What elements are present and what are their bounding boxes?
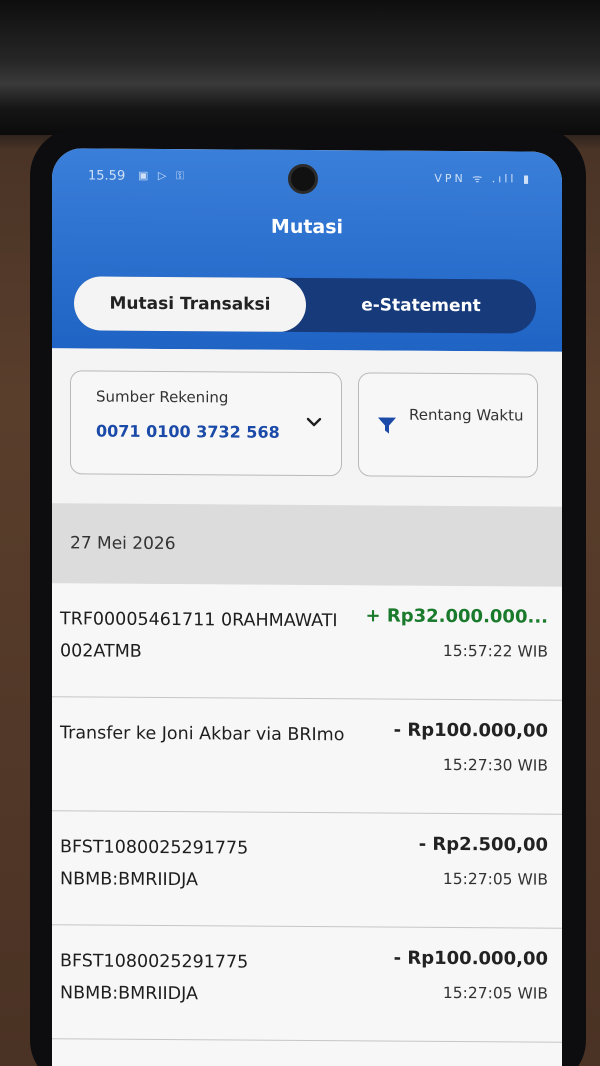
notification-icons: ▣ ▷ ⚿ <box>138 168 188 183</box>
filter-section: Sumber Rekening 0071 0100 3732 568 Renta… <box>52 348 562 507</box>
filter-icon <box>378 417 396 434</box>
transaction-amount: - Rp100.000,00 <box>393 947 548 970</box>
monitor-edge <box>0 0 600 135</box>
date-range-filter-button[interactable]: Rentang Waktu <box>358 372 538 478</box>
transaction-list: TRF00005461711 0RAHMAWATI 002ATMB + Rp32… <box>52 583 562 1066</box>
source-account-label: Sumber Rekening <box>96 387 229 407</box>
transaction-row[interactable]: TRF00005461711 0RAHMAWATI 002ATMB + Rp32… <box>52 583 562 701</box>
transaction-row[interactable]: BFST1080025291775 NBMB:BMRIIDJA - Rp100.… <box>52 925 562 1043</box>
tab-e-statement[interactable]: e-Statement <box>306 278 536 334</box>
transaction-amount: + Rp32.000.000... <box>365 605 548 628</box>
system-status-icons: VPN ᯤ .ıll ▮ <box>434 171 532 186</box>
transaction-time: 15:27:30 WIB <box>442 755 548 775</box>
transaction-amount: - Rp100.000,00 <box>393 719 548 742</box>
transaction-time: 15:57:22 WIB <box>442 641 548 661</box>
transaction-description: Transfer ke Joni Akbar via BRImo <box>60 723 345 746</box>
tab-mutasi-transaksi[interactable]: Mutasi Transaksi <box>74 276 306 332</box>
transaction-description: BFST1080025291775 NBMB:BMRIIDJA <box>60 951 249 1005</box>
app-header: 15.59 ▣ ▷ ⚿ VPN ᯤ .ıll ▮ Mutasi Mutasi T… <box>52 148 562 352</box>
transaction-time: 15:27:05 WIB <box>442 869 548 889</box>
transaction-description: BFST1080025291775 NBMB:BMRIIDJA <box>60 837 249 891</box>
transaction-row[interactable]: Transfer ke Joni Akbar via BRImo - Rp100… <box>52 697 562 815</box>
source-account-number: 0071 0100 3732 568 <box>96 421 280 442</box>
date-group-label: 27 Mei 2026 <box>70 533 176 555</box>
chevron-down-icon <box>306 417 322 427</box>
phone-screen: 15.59 ▣ ▷ ⚿ VPN ᯤ .ıll ▮ Mutasi Mutasi T… <box>52 148 562 1066</box>
source-account-selector[interactable]: Sumber Rekening 0071 0100 3732 568 <box>70 370 342 477</box>
transaction-row[interactable]: BFST1080025291775 NBMB:BMRIIDJA - Rp2.50… <box>52 811 562 929</box>
date-group-header: 27 Mei 2026 <box>52 503 562 587</box>
transaction-description: TRF00005461711 0RAHMAWATI 002ATMB <box>60 609 338 662</box>
status-time: 15.59 <box>88 168 126 184</box>
front-camera <box>288 163 318 195</box>
tab-bar: Mutasi Transaksi e-Statement <box>74 276 536 334</box>
page-title: Mutasi <box>270 215 344 239</box>
transaction-amount: - Rp2.500,00 <box>418 833 548 856</box>
date-range-label: Rentang Waktu <box>409 405 524 425</box>
transaction-time: 15:27:05 WIB <box>442 983 548 1003</box>
